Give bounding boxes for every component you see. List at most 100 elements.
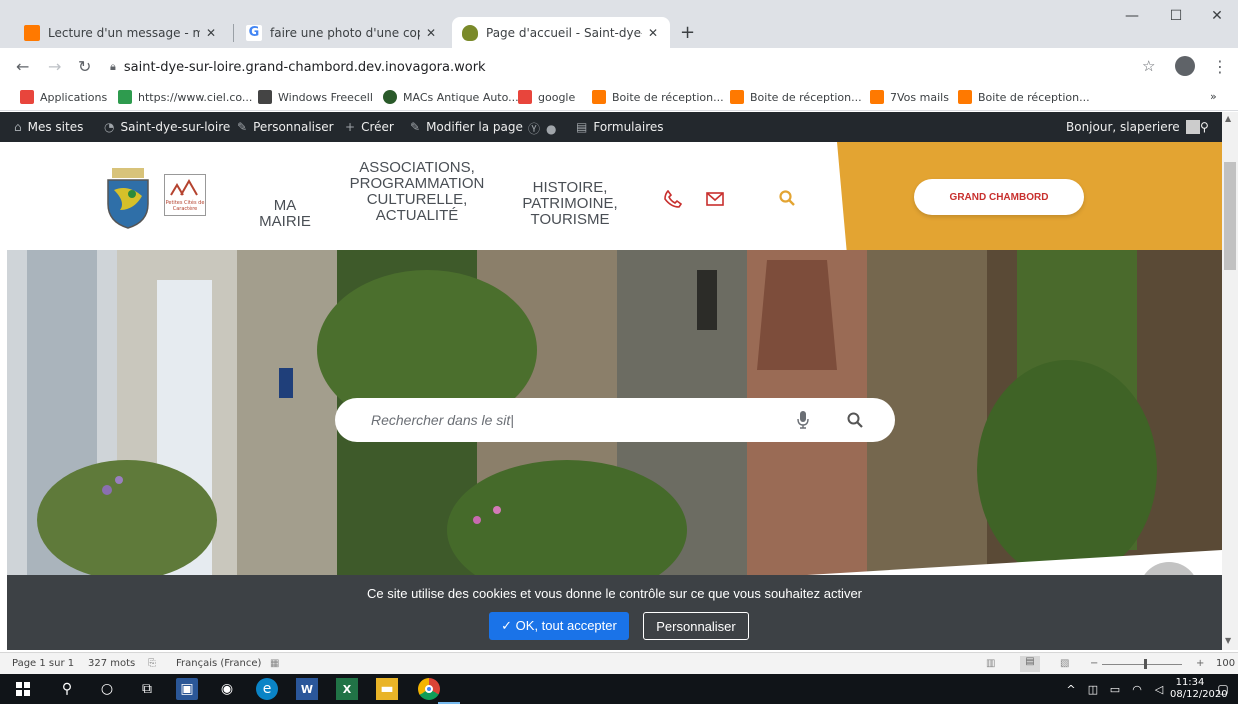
bookmark-inbox-3[interactable]: Boite de réception... [958,90,1090,104]
zoom-out-icon[interactable]: − [1090,658,1098,669]
zoom-in-icon[interactable]: + [1196,658,1204,669]
wp-forms[interactable]: ▤ Formulaires [576,120,664,134]
mail-icon[interactable] [706,192,724,206]
lock-icon: 🔒︎ [110,60,116,73]
search-icon[interactable] [847,412,863,428]
battery-icon[interactable]: ▭ [1104,678,1126,700]
zoom-slider-handle[interactable] [1144,659,1147,669]
close-tab-icon[interactable]: ✕ [426,26,436,40]
address-bar[interactable]: 🔒︎ saint-dye-sur-loire.grand-chambord.de… [110,54,1170,80]
bookmark-google[interactable]: google [518,90,575,104]
menu-kebab-icon[interactable]: ⋮ [1212,57,1228,76]
close-tab-icon[interactable]: ✕ [206,26,216,40]
bookmarks-overflow[interactable]: » [1210,90,1217,103]
tab-google[interactable]: G faire une photo d'une copie d'éc ✕ [236,17,448,48]
bookmark-ciel[interactable]: https://www.ciel.co... [118,90,252,104]
coat-of-arms-logo[interactable] [104,166,152,230]
wp-edit-page[interactable]: ✎ Modifier la page [410,120,523,134]
brush-icon: ✎ [237,120,248,134]
nav-ma-mairie[interactable]: MA MAIRIE [245,198,325,230]
wp-admin-bar: ⌂ Mes sites ◔ Saint-dye-sur-loire ✎ Personn… [0,112,1222,142]
macro-icon[interactable]: ▦ [270,658,279,669]
wp-new[interactable]: + Créer [345,120,394,134]
dashboard-icon: ◔ [104,120,115,134]
windows-taskbar: ⚲ ○ ⧉ ▣ ◉ e W X ▬ ^ ◫ ▭ ◠ ◁ 11:34 08/12/… [0,674,1238,704]
edge-icon[interactable]: e [256,678,278,700]
chrome-icon[interactable] [418,678,440,700]
file-explorer-icon[interactable]: ▬ [376,678,398,700]
microphone-icon[interactable] [797,411,809,429]
scroll-down-arrow[interactable]: ▼ [1225,636,1231,645]
close-window-icon[interactable]: ✕ [1194,8,1238,24]
wp-customize[interactable]: ✎ Personnaliser [237,120,334,134]
customize-cookies-button[interactable]: Personnaliser [643,612,749,640]
search-icon[interactable]: ⚲ [56,678,78,700]
reload-icon[interactable]: ↻ [78,57,91,76]
site-search-field[interactable]: Rechercher dans le sit| [335,398,895,442]
wp-search-icon[interactable]: ⚲ [1200,120,1209,134]
excel-icon[interactable]: X [336,678,358,700]
bookmark-applications[interactable]: Applications [20,90,107,104]
bookmark-inbox-2[interactable]: Boite de réception... [730,90,862,104]
search-icon[interactable] [779,190,795,206]
word-count[interactable]: 327 mots [88,658,135,669]
print-layout-icon[interactable]: ▤ [1020,656,1040,672]
scroll-up-arrow[interactable]: ▲ [1225,114,1231,123]
ciel-icon [118,90,132,104]
bookmark-inbox-1[interactable]: Boite de réception... [592,90,724,104]
star-bookmark-icon[interactable]: ☆ [1142,57,1155,75]
page-scrollbar[interactable]: ▲ ▼ [1222,112,1238,650]
back-arrow-icon[interactable]: ← [16,57,29,76]
wp-account[interactable]: Bonjour, slaperiere [1066,120,1200,134]
seo-dot-icon: ● [546,121,557,136]
notifications-icon[interactable]: ▢ [1212,678,1234,700]
yoast-icon: Ⓨ [528,122,541,136]
wp-site-name[interactable]: ◔ Saint-dye-sur-loire [104,120,230,134]
badge-text: Petites Cités de Caractère [165,200,205,212]
wp-my-sites[interactable]: ⌂ Mes sites [14,120,83,134]
phone-icon[interactable] [664,190,682,208]
app-eye-icon[interactable]: ◉ [216,678,238,700]
tab-mail[interactable]: Lecture d'un message - mail Ora ✕ [14,17,230,48]
word-icon[interactable]: W [296,678,318,700]
wp-seo[interactable]: Ⓨ ● [528,120,557,137]
bookmark-macs[interactable]: MACs Antique Auto... [383,90,519,104]
tab-saint-dye-active[interactable]: Page d'accueil - Saint-dye-sur-lo ✕ [452,17,670,48]
petites-cites-badge[interactable]: Petites Cités de Caractère [164,174,206,216]
volume-icon[interactable]: ◁ [1148,678,1170,700]
windows-start-icon[interactable] [12,678,34,700]
maximize-icon[interactable]: ☐ [1153,8,1199,24]
nav-associations[interactable]: ASSOCIATIONS, PROGRAMMATION CULTURELLE, … [327,160,507,224]
accept-all-button[interactable]: ✓ OK, tout accepter [489,612,629,640]
task-view-icon[interactable]: ⧉ [136,678,158,700]
close-tab-icon[interactable]: ✕ [648,26,658,40]
proofing-icon[interactable]: ⎘ [148,658,156,669]
orange-mail-icon [24,24,40,41]
zoom-level[interactable]: 100 [1216,658,1235,669]
bookmark-freecell[interactable]: Windows Freecell [258,90,373,104]
word-status-bar: Page 1 sur 1 327 mots ⎘ Français (France… [0,652,1238,674]
browser-tab-strip: Lecture d'un message - mail Ora ✕ G fair… [0,0,1238,48]
read-mode-icon[interactable]: ▥ [986,658,995,669]
language[interactable]: Français (France) [176,658,261,669]
forward-arrow-icon[interactable]: → [48,57,61,76]
nav-histoire[interactable]: HISTOIRE, PATRIMOINE, TOURISME [505,180,635,228]
cortana-icon[interactable]: ○ [96,678,118,700]
tray-meet-icon[interactable]: ◫ [1082,678,1104,700]
web-layout-icon[interactable]: ▧ [1060,658,1069,669]
profile-avatar-icon[interactable] [1175,56,1195,76]
scroll-thumb[interactable] [1224,162,1236,270]
zoom-slider[interactable] [1102,664,1182,665]
wifi-icon[interactable]: ◠ [1126,678,1148,700]
bookmark-vos-mails[interactable]: 7Vos mails [870,90,949,104]
cookie-banner: Ce site utilise des cookies et vous donn… [7,575,1222,650]
minimize-icon[interactable]: — [1109,8,1155,24]
cookie-message: Ce site utilise des cookies et vous donn… [367,586,862,601]
freecell-icon [258,90,272,104]
store-icon[interactable]: ▣ [176,678,198,700]
clock[interactable]: 11:34 08/12/2020 [1170,677,1228,701]
tray-chevron-icon[interactable]: ^ [1060,678,1082,700]
new-tab-button[interactable]: + [680,22,695,43]
clock-date: 08/12/2020 [1170,689,1228,700]
grand-chambord-button[interactable]: GRAND CHAMBORD [914,179,1084,215]
